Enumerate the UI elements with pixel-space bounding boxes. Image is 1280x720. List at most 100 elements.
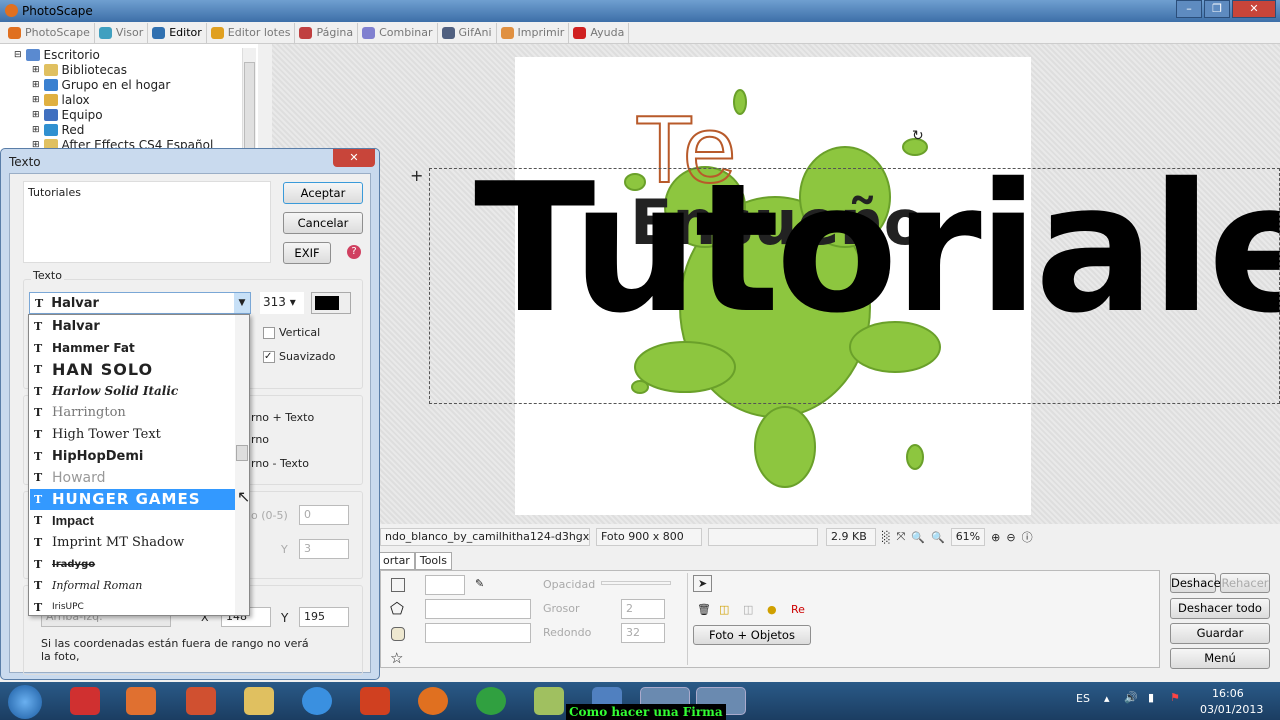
tab-tools[interactable]: Tools — [414, 552, 452, 570]
tree-item[interactable]: ⊞ lalox — [32, 93, 90, 107]
font-option[interactable]: T Harlow Solid Italic — [30, 381, 236, 402]
round-input[interactable]: 32 — [621, 623, 665, 643]
pentagon-icon[interactable]: ⬠ — [390, 599, 404, 618]
font-option[interactable]: T HUNGER GAMES — [30, 488, 236, 510]
font-option[interactable]: T Hammer Fat — [30, 338, 236, 359]
text-color-picker[interactable] — [311, 292, 351, 314]
clock-date[interactable]: 03/01/2013 — [1200, 703, 1263, 716]
zoom-actual-icon[interactable]: 🔍 — [911, 531, 925, 544]
maximize-button[interactable]: ❐ — [1204, 0, 1230, 18]
font-select[interactable]: T Halvar ▼ — [29, 292, 251, 314]
close-button[interactable]: ✕ — [1232, 0, 1276, 18]
font-option[interactable]: T Halvar — [30, 316, 236, 337]
font-option[interactable]: T Impact — [30, 510, 236, 531]
firefox-icon[interactable] — [418, 687, 448, 715]
rename-icon[interactable]: Re — [791, 603, 805, 616]
font-option[interactable]: T Howard — [30, 467, 236, 488]
volume-icon[interactable]: 🔊 — [1124, 691, 1138, 704]
rotate-handle-icon[interactable]: ↻ — [912, 128, 924, 144]
rectangle-icon[interactable] — [391, 578, 405, 592]
font-size-select[interactable]: 313 ▾ — [260, 292, 304, 314]
y-input[interactable]: 195 — [299, 607, 349, 627]
fit-icon[interactable]: ⤧ — [896, 530, 905, 544]
selection-box[interactable] — [429, 168, 1280, 404]
vertical-checkbox[interactable]: Vertical — [263, 326, 320, 339]
shadow-y-input[interactable]: 3 — [299, 539, 349, 559]
font-option[interactable]: T High Tower Text — [30, 424, 236, 445]
photo-objects-button[interactable]: Foto + Objetos — [693, 625, 811, 645]
font-option[interactable]: T Informal Roman — [30, 575, 236, 596]
text-input[interactable]: Tutoriales — [23, 181, 271, 263]
font-option[interactable]: T Harrington — [30, 402, 236, 423]
menu-tab-editor-lotes[interactable]: Editor lotes — [207, 22, 296, 43]
delete-icon[interactable]: 🗑 — [697, 603, 711, 616]
info-icon[interactable]: ⓘ — [1022, 529, 1033, 545]
action-center-icon[interactable]: ⚑ — [1170, 691, 1180, 704]
show-hidden-icon[interactable]: ▴ — [1104, 692, 1110, 705]
font-dropdown-list[interactable]: T Halvar T Hammer Fat T HAN SOLO T Harlow Solid… — [28, 314, 250, 616]
fill-style-dropdown[interactable] — [425, 623, 531, 643]
start-button[interactable] — [8, 685, 42, 719]
menu-tab-photoscape[interactable]: PhotoScape — [4, 22, 95, 43]
help-icon[interactable]: ? — [347, 245, 361, 259]
save-button[interactable]: Guardar — [1170, 623, 1270, 644]
minimize-button[interactable]: – — [1176, 0, 1202, 18]
opacity-slider[interactable] — [601, 581, 671, 585]
font-option[interactable]: T IrisUPC — [30, 597, 236, 618]
menu-button[interactable]: Menú — [1170, 648, 1270, 669]
zoom-in-icon[interactable]: ⊕ — [991, 531, 1000, 544]
font-option[interactable]: T Iradygo — [30, 554, 236, 575]
media-player-icon[interactable] — [126, 687, 156, 715]
pointer-icon[interactable]: ➤ — [693, 575, 713, 592]
menu-tab-página[interactable]: Página — [295, 22, 359, 43]
undo-all-button[interactable]: Deshacer todo — [1170, 598, 1270, 619]
menu-tab-imprimir[interactable]: Imprimir — [497, 22, 570, 43]
chevron-down-icon[interactable]: ▼ — [234, 293, 250, 313]
powerpoint-icon[interactable] — [186, 687, 216, 715]
exif-button[interactable]: EXIF — [283, 242, 331, 264]
thickness-input[interactable]: 2 — [621, 599, 665, 619]
eyedropper-icon[interactable]: ✎ — [475, 577, 484, 590]
outline-option-1[interactable]: rno + Texto — [251, 411, 314, 424]
line-style-dropdown[interactable] — [425, 599, 531, 619]
notes-icon[interactable] — [534, 687, 564, 715]
copy-icon[interactable]: ◫ — [743, 603, 753, 616]
font-list-scrollbar[interactable] — [235, 315, 249, 615]
outline-option-2[interactable]: rno — [251, 433, 269, 446]
color-dropdown[interactable] — [425, 575, 465, 595]
menu-tab-ayuda[interactable]: Ayuda — [569, 22, 630, 43]
outline-option-3[interactable]: rno - Texto — [251, 457, 309, 470]
menu-tab-visor[interactable]: Visor — [95, 22, 149, 43]
tab-cortar[interactable]: ortar — [378, 552, 415, 570]
accept-button[interactable]: Aceptar — [283, 182, 363, 204]
dialog-close-button[interactable]: ✕ — [333, 149, 375, 167]
menu-tab-gifani[interactable]: GifAni — [438, 22, 497, 43]
clock-time[interactable]: 16:06 — [1212, 687, 1244, 700]
undo-button[interactable]: Deshacer — [1170, 573, 1225, 593]
tree-item[interactable]: ⊞ Grupo en el hogar — [32, 78, 170, 92]
network-icon[interactable]: ▮ — [1148, 691, 1154, 704]
tree-item[interactable]: ⊞ Equipo — [32, 108, 103, 122]
redo-button[interactable]: Rehacer — [1220, 573, 1270, 593]
objects-icon[interactable]: ● — [767, 603, 777, 616]
rounded-rect-icon[interactable] — [391, 627, 405, 641]
zoom-fit-icon[interactable]: 🔍 — [931, 531, 945, 544]
language-indicator[interactable]: ES — [1076, 692, 1090, 705]
menu-tab-editor[interactable]: Editor — [148, 22, 207, 43]
cancel-button[interactable]: Cancelar — [283, 212, 363, 234]
tree-item[interactable]: ⊞ Red — [32, 123, 84, 137]
zoom-out-icon[interactable]: ⊖ — [1006, 531, 1015, 544]
explorer-icon[interactable] — [244, 687, 274, 715]
font-option[interactable]: T Imprint MT Shadow — [30, 532, 236, 553]
tree-scrollbar[interactable] — [242, 48, 256, 154]
tree-item-root[interactable]: ⊟ Escritorio — [14, 48, 100, 62]
tree-item[interactable]: ⊞ Bibliotecas — [32, 63, 127, 77]
screen-recorder-icon[interactable] — [360, 687, 390, 715]
chrome-icon[interactable] — [476, 687, 506, 715]
font-option[interactable]: T HipHopDemi — [30, 446, 236, 467]
internet-explorer-icon[interactable] — [302, 687, 332, 715]
menu-tab-combinar[interactable]: Combinar — [358, 22, 438, 43]
pinned-app-icon[interactable] — [70, 687, 100, 715]
font-option[interactable]: T HAN SOLO — [30, 359, 236, 380]
shadow-input[interactable]: 0 — [299, 505, 349, 525]
